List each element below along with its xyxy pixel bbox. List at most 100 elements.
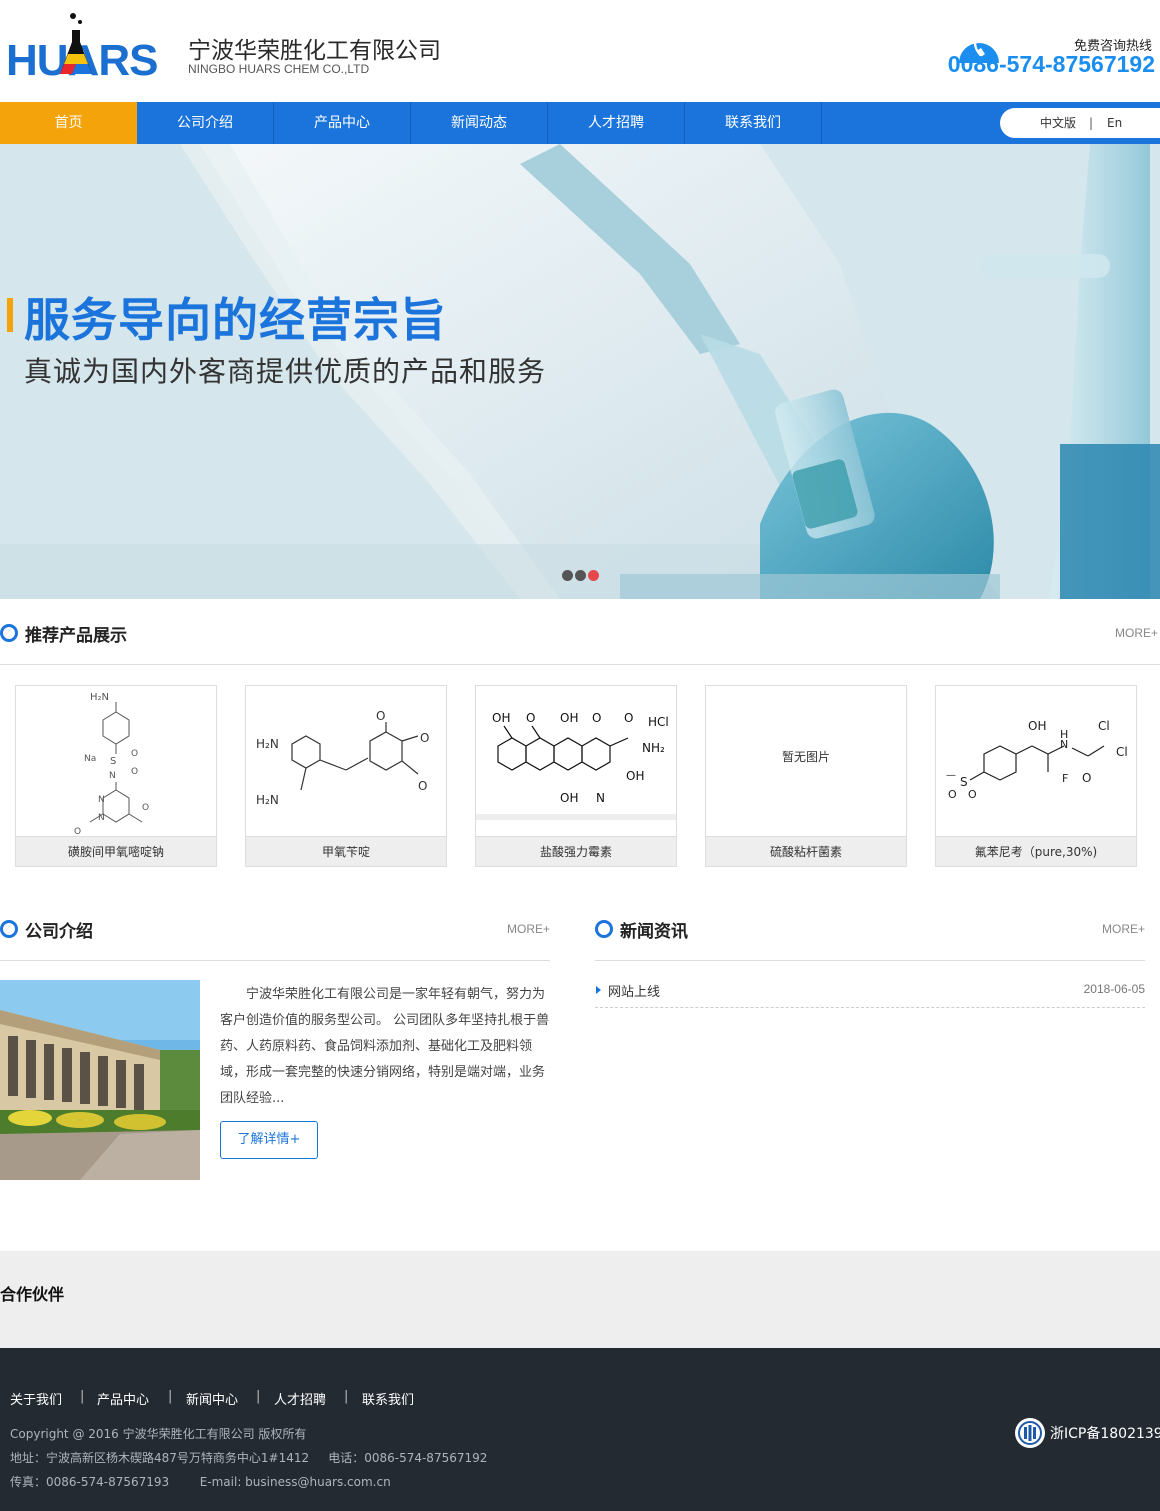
product-card[interactable]: S — O O OH H N F O Cl Cl 氟苯尼考（pure,30%) bbox=[935, 685, 1137, 867]
svg-text:H₂N: H₂N bbox=[256, 793, 279, 807]
product-image-structure: H₂N S O O Na N N N O O bbox=[74, 692, 149, 836]
news-divider bbox=[595, 960, 1145, 961]
language-switcher: 中文版 | En bbox=[1000, 108, 1160, 138]
svg-text:O: O bbox=[624, 711, 633, 725]
hero-banner: 服务导向的经营宗旨 真诚为国内外客商提供优质的产品和服务 bbox=[0, 144, 1160, 599]
product-card[interactable]: OH O OH O O HCl NH₂ OH OH N 盐酸强力霉素 bbox=[475, 685, 677, 867]
products-section-title: 推荐产品展示 bbox=[25, 626, 127, 646]
svg-text:H₂N: H₂N bbox=[256, 737, 279, 751]
svg-text:OH: OH bbox=[626, 769, 644, 783]
footer-separator: | bbox=[168, 1389, 173, 1404]
site-header: HUARS 宁波华荣胜化工有限公司 NINGBO HUARS CHEM CO.,… bbox=[0, 0, 1160, 102]
product-name: 氟苯尼考（pure,30%) bbox=[936, 836, 1136, 866]
section-ring-icon bbox=[0, 920, 18, 938]
page: HUARS 宁波华荣胜化工有限公司 NINGBO HUARS CHEM CO.,… bbox=[0, 0, 1160, 1511]
svg-text:O: O bbox=[131, 767, 138, 777]
svg-text:O: O bbox=[420, 731, 429, 745]
svg-text:N: N bbox=[109, 771, 116, 781]
product-name: 甲氧苄啶 bbox=[246, 836, 446, 866]
svg-text:OH: OH bbox=[560, 791, 578, 805]
svg-text:O: O bbox=[376, 709, 385, 723]
lang-separator: | bbox=[1089, 116, 1094, 130]
svg-text:NH₂: NH₂ bbox=[642, 741, 665, 755]
footer-link-careers[interactable]: 人才招聘 bbox=[274, 1389, 326, 1408]
svg-text:O: O bbox=[142, 803, 149, 813]
slider-dot-1[interactable] bbox=[562, 570, 573, 581]
svg-text:HCl: HCl bbox=[648, 715, 669, 729]
company-building-image bbox=[0, 980, 200, 1180]
svg-text:O: O bbox=[131, 749, 138, 759]
footer-separator: | bbox=[344, 1389, 349, 1404]
svg-text:N: N bbox=[596, 791, 605, 805]
product-name: 磺胺间甲氧嘧啶钠 bbox=[16, 836, 216, 866]
footer-separator: | bbox=[256, 1389, 261, 1404]
product-image-structure: H₂N H₂N O O O bbox=[256, 709, 429, 807]
nav-contact[interactable]: 联系我们 bbox=[685, 102, 822, 144]
svg-text:Cl: Cl bbox=[1098, 719, 1110, 733]
footer-link-about[interactable]: 关于我们 bbox=[10, 1389, 62, 1408]
news-item-title[interactable]: 网站上线 bbox=[608, 981, 660, 1000]
product-name: 盐酸强力霉素 bbox=[476, 836, 676, 866]
slider-dot-3[interactable] bbox=[588, 570, 599, 581]
products-divider bbox=[0, 664, 1160, 665]
logo[interactable]: HUARS bbox=[0, 0, 180, 100]
banner-title: 服务导向的经营宗旨 bbox=[24, 293, 447, 347]
svg-text:O: O bbox=[418, 779, 427, 793]
about-details-button[interactable]: 了解详情+ bbox=[220, 1121, 318, 1159]
news-more-link[interactable]: MORE+ bbox=[1102, 922, 1145, 936]
footer-link-contact[interactable]: 联系我们 bbox=[362, 1389, 414, 1408]
section-ring-icon bbox=[0, 624, 18, 642]
section-ring-icon bbox=[595, 920, 613, 938]
banner-subtitle: 真诚为国内外客商提供优质的产品和服务 bbox=[24, 355, 547, 388]
footer-separator: | bbox=[80, 1389, 85, 1404]
nav-news[interactable]: 新闻动态 bbox=[411, 102, 548, 144]
nav-home[interactable]: 首页 bbox=[0, 102, 137, 144]
svg-text:N: N bbox=[98, 795, 105, 805]
flask-logo-icon bbox=[60, 13, 92, 74]
news-section-header: 新闻资讯 MORE+ bbox=[595, 915, 1145, 945]
nav-about[interactable]: 公司介绍 bbox=[137, 102, 274, 144]
svg-text:OH: OH bbox=[1028, 719, 1046, 733]
products-more-link[interactable]: MORE+ bbox=[1115, 626, 1158, 640]
about-section-title: 公司介绍 bbox=[25, 922, 93, 942]
svg-text:O: O bbox=[526, 711, 535, 725]
product-card[interactable]: H₂N H₂N O O O 甲氧苄啶 bbox=[245, 685, 447, 867]
main-nav: 首页 公司介绍 产品中心 新闻动态 人才招聘 联系我们 中文版 | En bbox=[0, 102, 1160, 144]
news-item-date: 2018-06-05 bbox=[1083, 982, 1145, 996]
svg-text:N: N bbox=[1060, 738, 1068, 751]
about-more-link[interactable]: MORE+ bbox=[507, 922, 550, 936]
slider-dot-2[interactable] bbox=[575, 570, 586, 581]
about-section-header: 公司介绍 MORE+ bbox=[0, 915, 550, 945]
company-name-en: NINGBO HUARS CHEM CO.,LTD bbox=[188, 62, 370, 76]
nav-careers[interactable]: 人才招聘 bbox=[548, 102, 685, 144]
footer-address: 地址：宁波高新区杨木碶路487号万特商务中心1#1412 电话：0086-574… bbox=[10, 1451, 488, 1465]
bullet-arrow-icon bbox=[596, 986, 601, 994]
svg-text:OH: OH bbox=[560, 711, 578, 725]
footer-link-news[interactable]: 新闻中心 bbox=[186, 1389, 238, 1408]
news-section-title: 新闻资讯 bbox=[620, 922, 688, 942]
hotline-number: 0086-574-87567192 bbox=[947, 51, 1155, 77]
product-name: 硫酸粘杆菌素 bbox=[706, 836, 906, 866]
site-footer: 关于我们 | 产品中心 | 新闻中心 | 人才招聘 | 联系我们 Copyrig… bbox=[0, 1348, 1160, 1511]
product-card[interactable]: 暂无图片 硫酸粘杆菌素 bbox=[705, 685, 907, 867]
products-section-header: 推荐产品展示 MORE+ bbox=[0, 619, 1160, 649]
lang-cn-link[interactable]: 中文版 bbox=[1040, 108, 1076, 138]
icp-record-link[interactable]: 浙ICP备18021398 bbox=[1050, 1423, 1160, 1443]
nav-products[interactable]: 产品中心 bbox=[274, 102, 411, 144]
svg-text:O: O bbox=[592, 711, 601, 725]
footer-fax-email: 传真：0086-574-87567193 E-mail: business@hu… bbox=[10, 1475, 391, 1489]
svg-text:O: O bbox=[968, 788, 977, 801]
svg-text:Cl: Cl bbox=[1116, 745, 1128, 759]
lang-en-link[interactable]: En bbox=[1107, 108, 1122, 138]
svg-text:—: — bbox=[946, 770, 956, 781]
footer-link-products[interactable]: 产品中心 bbox=[97, 1389, 149, 1408]
about-description: 宁波华荣胜化工有限公司是一家年轻有朝气，努力为客户创造价值的服务型公司。 公司团… bbox=[220, 987, 550, 1106]
svg-text:O: O bbox=[74, 827, 81, 836]
svg-text:Na: Na bbox=[84, 754, 96, 764]
product-card[interactable]: H₂N S O O Na N N N O O 磺胺间甲氧嘧啶钠 bbox=[15, 685, 217, 867]
svg-text:S: S bbox=[110, 756, 116, 767]
company-name-cn: 宁波华荣胜化工有限公司 bbox=[188, 38, 441, 64]
svg-text:O: O bbox=[948, 788, 957, 801]
footer-copyright: Copyright @ 2016 宁波华荣胜化工有限公司 版权所有 bbox=[10, 1427, 307, 1441]
news-list-item[interactable]: 网站上线 2018-06-05 bbox=[595, 976, 1145, 1008]
